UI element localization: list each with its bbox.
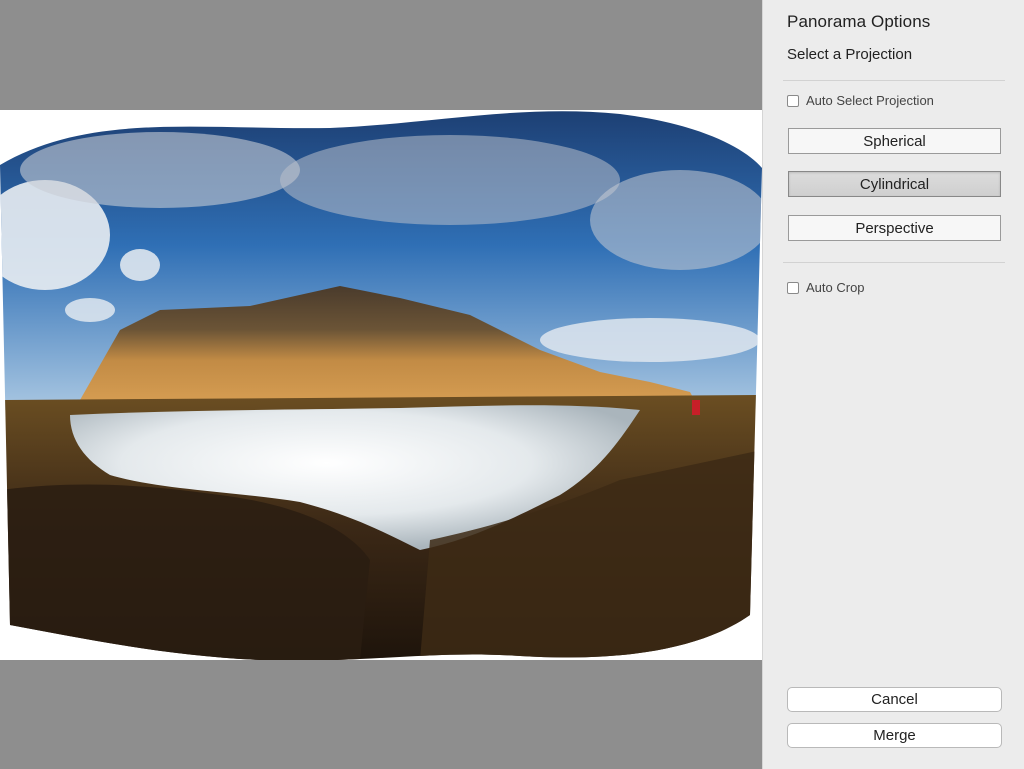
panorama-merge-dialog: Panorama Options Select a Projection Aut… [0,0,1024,769]
auto-crop-checkbox[interactable]: Auto Crop [787,280,865,295]
cylindrical-button[interactable]: Cylindrical [788,171,1001,197]
panorama-options-panel: Panorama Options Select a Projection Aut… [762,0,1024,769]
checkbox-box[interactable] [787,281,799,294]
divider [783,80,1005,81]
auto-select-projection-label: Auto Select Projection [806,93,934,108]
checkbox-box[interactable] [787,94,799,107]
divider [783,262,1005,263]
auto-select-projection-checkbox[interactable]: Auto Select Projection [787,93,934,108]
panel-title: Panorama Options [787,12,931,31]
projection-section-label: Select a Projection [787,46,913,63]
preview-area [0,0,762,769]
perspective-button[interactable]: Perspective [788,215,1001,241]
spherical-button[interactable]: Spherical [788,128,1001,154]
auto-crop-label: Auto Crop [806,280,865,295]
panorama-preview-image [0,111,762,660]
cancel-button[interactable]: Cancel [787,687,1002,712]
merge-button[interactable]: Merge [787,723,1002,748]
